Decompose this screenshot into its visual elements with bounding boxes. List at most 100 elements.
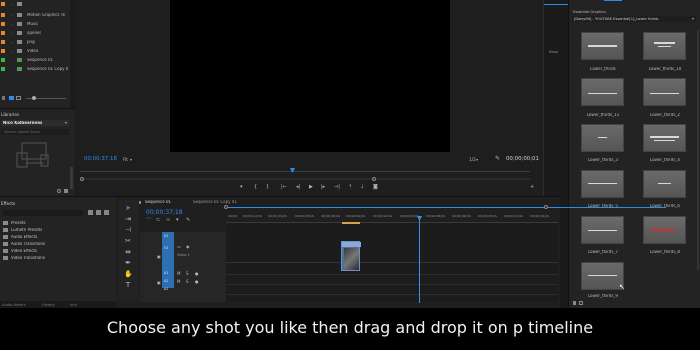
voiceover-mic-icon[interactable]: ● (195, 271, 199, 276)
track-select-tool-icon[interactable]: ⇥ (124, 215, 132, 223)
project-item[interactable]: › opener (0, 29, 70, 38)
template-thumbnail[interactable] (581, 78, 624, 106)
template-thumbnail[interactable] (581, 262, 624, 290)
template-thumbnail[interactable] (643, 32, 686, 60)
zoom-slider-handle[interactable] (32, 96, 36, 100)
icon-view-icon[interactable] (579, 301, 583, 305)
effects-folder[interactable]: Presets (3, 220, 103, 227)
scroll-handle-left[interactable] (224, 205, 228, 209)
track-label-v2[interactable]: V2 (164, 234, 168, 238)
track-label-a2[interactable]: A2 (164, 279, 168, 283)
extract-icon[interactable]: ⇣ (360, 184, 364, 190)
list-view-icon[interactable] (573, 301, 576, 305)
accelerated-effects-icon[interactable] (88, 210, 93, 215)
effects-folder[interactable]: Lumetri Presets (3, 227, 103, 234)
step-back-icon[interactable]: ◂| (296, 184, 300, 190)
pen-tool-icon[interactable]: ✒ (124, 259, 132, 267)
hand-tool-icon[interactable]: ✋ (124, 270, 133, 278)
mute-button[interactable]: M (177, 279, 180, 284)
add-marker-icon[interactable]: ▾ (176, 217, 179, 223)
go-to-in-icon[interactable]: |← (281, 184, 287, 190)
template-thumbnail[interactable] (643, 216, 686, 244)
template-thumbnail[interactable] (581, 124, 624, 152)
playhead-line[interactable] (419, 217, 420, 303)
effects-folder[interactable]: Audio Transitions (3, 241, 103, 248)
disclosure-arrow-icon[interactable]: › (11, 40, 13, 45)
tab-info[interactable]: Info (70, 303, 77, 307)
zoom-scroll-track[interactable] (226, 207, 666, 208)
slip-tool-icon[interactable]: ⇹ (124, 248, 132, 256)
effects-title[interactable]: Effects (1, 201, 15, 206)
template-thumbnail[interactable] (643, 124, 686, 152)
track-label-a1[interactable]: A1 (164, 271, 168, 275)
track-label-a3[interactable]: A3 (164, 287, 168, 291)
track-label-v1[interactable]: V1 (164, 246, 168, 250)
list-view-icon[interactable] (9, 96, 14, 100)
current-timecode[interactable]: 00;00;37;18 (84, 156, 117, 162)
lock-icon[interactable]: ▣ (157, 254, 161, 259)
go-to-out-icon[interactable]: →| (334, 184, 340, 190)
mark-in-icon[interactable]: { (254, 184, 257, 190)
tab-sequence-01[interactable]: Sequence 01 (145, 200, 171, 205)
project-item[interactable]: › (0, 0, 70, 9)
play-icon[interactable]: ▶ (309, 184, 313, 190)
sync-icon[interactable] (57, 189, 61, 193)
eye-icon[interactable]: ◉ (186, 244, 190, 249)
marker-icon[interactable]: ▾ (240, 184, 243, 190)
add-button-icon[interactable]: + (530, 184, 534, 190)
project-item[interactable]: › Video (0, 47, 70, 56)
timeline-tracks[interactable] (226, 222, 558, 302)
scroll-handle-left[interactable] (80, 177, 84, 181)
effects-search-input[interactable] (3, 210, 83, 216)
snap-icon[interactable]: ⌒ (146, 217, 151, 224)
step-forward-icon[interactable]: |▸ (321, 184, 325, 190)
yuv-effects-icon[interactable] (104, 210, 109, 215)
lock-icon[interactable] (2, 96, 5, 100)
template-thumbnail[interactable] (581, 216, 624, 244)
effects-folder[interactable]: Video Transitions (3, 255, 103, 262)
project-item[interactable]: › Music (0, 20, 70, 29)
effects-folder[interactable]: Video Effects (3, 248, 103, 255)
mute-button[interactable]: M (177, 271, 180, 276)
project-item[interactable]: › png (0, 38, 70, 47)
browse-folder-select[interactable]: [Daisyfilt] - YOUTUBE Essential[1]_Lower… (572, 16, 696, 22)
razor-tool-icon[interactable]: ✂ (124, 237, 132, 245)
library-selector[interactable]: Nico Kolbearnnes ▾ (1, 120, 69, 126)
sync-lock-icon[interactable]: ▭ (177, 244, 181, 249)
nest-icon[interactable]: ⊂ (156, 217, 160, 223)
scroll-handle-right[interactable] (372, 177, 376, 181)
effects-folder[interactable]: Audio Effects (3, 234, 103, 241)
collapsed-panel-label[interactable]: Sequ (549, 50, 558, 54)
libraries-title[interactable]: Libraries (1, 112, 19, 117)
scrollbar[interactable] (70, 167, 73, 189)
video-clip[interactable] (341, 241, 361, 271)
voiceover-mic-icon[interactable]: ● (195, 279, 199, 284)
work-area-bar[interactable] (226, 222, 558, 223)
project-item[interactable]: › Motion Graphics Te (0, 11, 70, 20)
ripple-edit-tool-icon[interactable]: ⊣ (124, 226, 132, 234)
project-item[interactable]: Sequence 01 Copy 0 (0, 65, 70, 74)
template-thumbnail[interactable] (643, 78, 686, 106)
zoom-select[interactable]: Fit (123, 157, 128, 162)
tab-sequence-01-copy[interactable]: Sequence 01 Copy 01 (193, 200, 237, 205)
disclosure-arrow-icon[interactable]: › (11, 13, 13, 18)
icon-view-icon[interactable] (16, 96, 21, 100)
project-item[interactable]: Sequence 01 (0, 56, 70, 65)
selection-tool-icon[interactable]: ➤ (124, 204, 132, 212)
template-thumbnail[interactable] (581, 32, 624, 60)
disclosure-arrow-icon[interactable]: › (11, 31, 13, 36)
mark-out-icon[interactable]: } (266, 184, 269, 190)
trash-icon[interactable] (64, 189, 68, 193)
search-field[interactable]: Search Adobe Stock (1, 129, 69, 135)
type-tool-icon[interactable]: T (124, 281, 132, 289)
program-time-ruler[interactable] (80, 171, 530, 172)
scroll-handle-right[interactable] (544, 205, 548, 209)
export-frame-icon[interactable]: ◙ (373, 184, 378, 190)
template-thumbnail[interactable] (581, 170, 624, 198)
tab-audio-meters[interactable]: Audio Meters (2, 303, 26, 307)
zoom-scrollbar[interactable] (80, 178, 530, 180)
template-thumbnail[interactable] (643, 170, 686, 198)
settings-wrench-icon[interactable]: ✎ (186, 217, 190, 223)
linked-selection-icon[interactable]: ∞ (166, 217, 170, 223)
lift-icon[interactable]: ⇡ (348, 184, 352, 190)
